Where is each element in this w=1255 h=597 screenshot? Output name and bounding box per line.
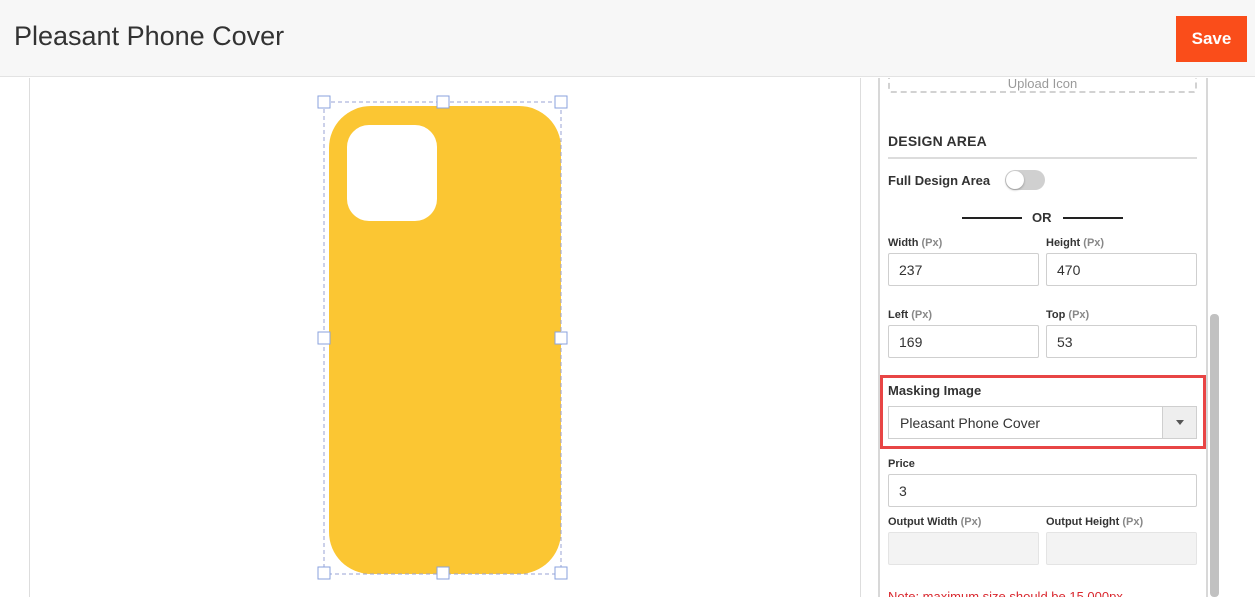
masking-image-dropdown-button[interactable] xyxy=(1162,407,1196,438)
or-label: OR xyxy=(1032,210,1052,225)
top-label: Top (Px) xyxy=(1046,309,1090,321)
toggle-knob xyxy=(1006,171,1024,189)
camera-cutout xyxy=(347,125,437,221)
full-design-area-label: Full Design Area xyxy=(888,173,991,188)
panel-scrollbar-thumb[interactable] xyxy=(1210,314,1219,597)
height-label: Height (Px) xyxy=(1046,237,1105,249)
phone-cover-preview xyxy=(317,95,568,580)
resize-handle-bottom-center[interactable] xyxy=(436,566,450,580)
or-divider-right xyxy=(1063,217,1123,219)
masking-image-selected: Pleasant Phone Cover xyxy=(900,415,1041,431)
settings-panel: Upload Icon DESIGN AREA Full Design Area… xyxy=(878,78,1208,597)
resize-handle-middle-left[interactable] xyxy=(317,331,331,345)
top-header: Pleasant Phone Cover Save xyxy=(0,0,1255,77)
upload-icon-label: Upload Icon xyxy=(1007,78,1078,91)
width-label: Width (Px) xyxy=(888,237,943,249)
left-label: Left (Px) xyxy=(888,309,933,321)
masking-image-label: Masking Image xyxy=(888,383,982,398)
price-label: Price xyxy=(888,458,915,470)
full-design-area-toggle[interactable] xyxy=(1005,170,1045,190)
output-height-label: Output Height (Px) xyxy=(1046,516,1144,528)
design-area-title: DESIGN AREA xyxy=(888,133,987,149)
top-input[interactable] xyxy=(1046,325,1197,358)
page-title: Pleasant Phone Cover xyxy=(14,21,285,51)
resize-handle-top-center[interactable] xyxy=(436,95,450,109)
save-button[interactable]: Save xyxy=(1176,16,1247,62)
price-input[interactable] xyxy=(888,474,1197,507)
section-divider xyxy=(888,157,1197,159)
output-width-label: Output Width (Px) xyxy=(888,516,982,528)
width-input[interactable] xyxy=(888,253,1039,286)
resize-handle-top-right[interactable] xyxy=(554,95,568,109)
size-note: Note: maximum size should be 15,000px xyxy=(888,589,1123,597)
masking-image-select[interactable]: Pleasant Phone Cover xyxy=(888,406,1197,439)
resize-handle-bottom-left[interactable] xyxy=(317,566,331,580)
or-divider-left xyxy=(962,217,1022,219)
resize-handle-middle-right[interactable] xyxy=(554,331,568,345)
height-input[interactable] xyxy=(1046,253,1197,286)
output-width-input[interactable] xyxy=(888,532,1039,565)
left-input[interactable] xyxy=(888,325,1039,358)
output-height-input[interactable] xyxy=(1046,532,1197,565)
resize-handle-top-left[interactable] xyxy=(317,95,331,109)
resize-handle-bottom-right[interactable] xyxy=(554,566,568,580)
chevron-down-icon xyxy=(1176,420,1184,425)
upload-icon-dropzone[interactable]: Upload Icon xyxy=(888,78,1197,93)
